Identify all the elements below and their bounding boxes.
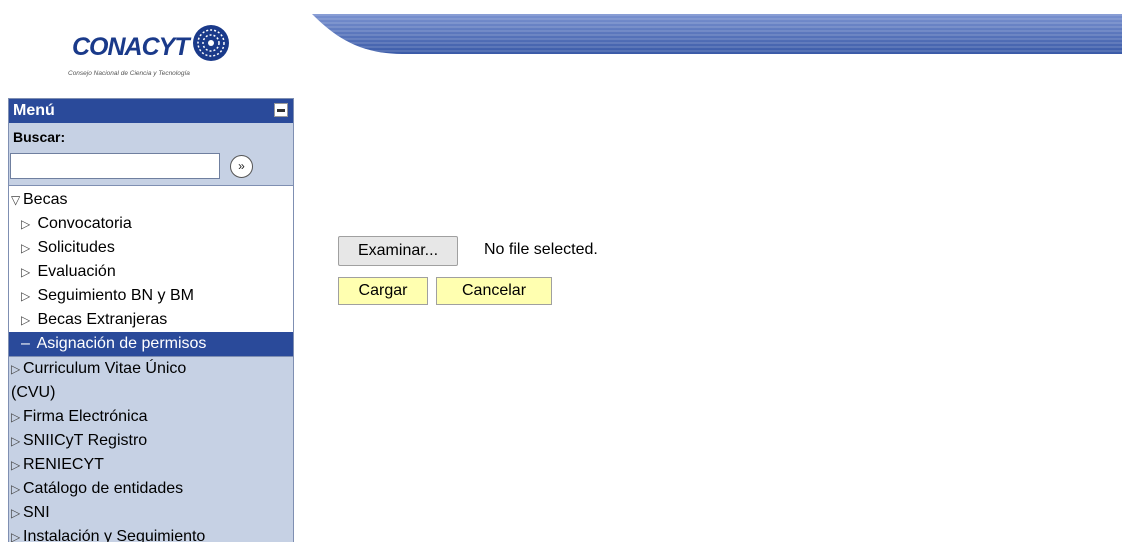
triangle-right-icon: ▷ bbox=[11, 458, 21, 472]
triangle-right-icon: ▷ bbox=[21, 217, 31, 231]
side-menu: Menú Buscar: » ▽ Becas ▷ Convocatoria ▷ S… bbox=[8, 98, 294, 542]
menu-item-evaluacion[interactable]: ▷ Evaluación bbox=[9, 260, 293, 284]
menu-item-sniicyt[interactable]: ▷ SNIICyT Registro bbox=[9, 429, 293, 453]
cancel-button[interactable]: Cancelar bbox=[436, 277, 552, 305]
go-arrow-icon: » bbox=[238, 159, 245, 173]
triangle-right-icon: ▷ bbox=[11, 530, 21, 542]
menu-item-seguimiento[interactable]: ▷ Seguimiento BN y BM bbox=[9, 284, 293, 308]
logo-tagline: Consejo Nacional de Ciencia y Tecnología bbox=[68, 70, 190, 77]
logo-wordmark: CONACYT bbox=[72, 33, 190, 61]
triangle-right-icon: ▷ bbox=[11, 434, 21, 448]
triangle-right-icon: ▷ bbox=[21, 265, 31, 279]
menu-item-cvu[interactable]: ▷ Curriculum Vitae Único bbox=[9, 357, 293, 381]
menu-title: Menú bbox=[13, 102, 55, 119]
search-go-button[interactable]: » bbox=[230, 155, 253, 178]
triangle-right-icon: ▷ bbox=[21, 289, 31, 303]
triangle-right-icon: ▷ bbox=[11, 410, 21, 424]
upload-button[interactable]: Cargar bbox=[338, 277, 428, 305]
menu-item-cvu-cont[interactable]: (CVU) bbox=[9, 381, 293, 405]
menu-item-solicitudes[interactable]: ▷ Solicitudes bbox=[9, 236, 293, 260]
triangle-down-icon: ▽ bbox=[11, 193, 21, 207]
triangle-right-icon: ▷ bbox=[11, 482, 21, 496]
file-status-text: No file selected. bbox=[484, 241, 598, 258]
browse-file-button[interactable]: Examinar... bbox=[338, 236, 458, 266]
menu-item-becas-extranjeras[interactable]: ▷ Becas Extranjeras bbox=[9, 308, 293, 332]
menu-item-instalacion[interactable]: ▷ Instalación y Seguimiento bbox=[9, 525, 293, 542]
menu-item-reniecyt[interactable]: ▷ RENIECYT bbox=[9, 453, 293, 477]
search-input[interactable] bbox=[10, 153, 220, 179]
dash-icon: – bbox=[21, 335, 30, 352]
triangle-right-icon: ▷ bbox=[11, 362, 21, 376]
conacyt-logo: CONACYT Consejo Nacional de Ciencia y Te… bbox=[0, 0, 296, 88]
menu-item-asignacion-permisos[interactable]: – Asignación de permisos bbox=[9, 332, 293, 356]
collapse-menu-button[interactable] bbox=[274, 103, 288, 117]
menu-item-catalogo[interactable]: ▷ Catálogo de entidades bbox=[9, 477, 293, 501]
menu-header: Menú bbox=[9, 99, 293, 123]
menu-item-convocatoria[interactable]: ▷ Convocatoria bbox=[9, 212, 293, 236]
becas-section: ▽ Becas ▷ Convocatoria ▷ Solicitudes ▷ Ev… bbox=[9, 185, 293, 357]
triangle-right-icon: ▷ bbox=[11, 506, 21, 520]
menu-item-sni[interactable]: ▷ SNI bbox=[9, 501, 293, 525]
triangle-right-icon: ▷ bbox=[21, 313, 31, 327]
header-band bbox=[312, 14, 1122, 54]
menu-item-becas[interactable]: ▽ Becas bbox=[9, 188, 293, 212]
conacyt-seal-icon bbox=[193, 25, 229, 61]
search-label: Buscar: bbox=[13, 129, 66, 145]
triangle-right-icon: ▷ bbox=[21, 241, 31, 255]
menu-item-firma[interactable]: ▷ Firma Electrónica bbox=[9, 405, 293, 429]
